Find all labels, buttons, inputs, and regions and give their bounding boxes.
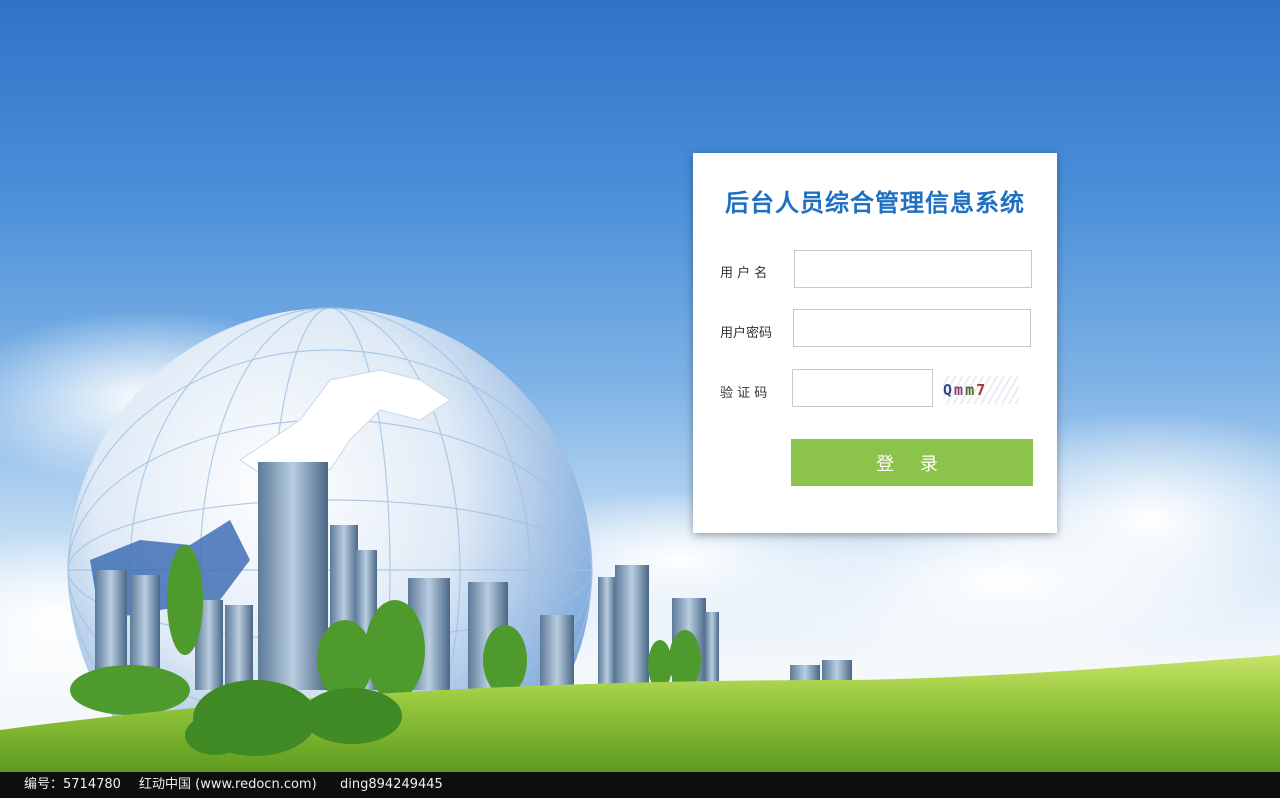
captcha-char: m (954, 381, 966, 399)
footer-user-text: ding894249445 (340, 777, 443, 792)
footer-bar: 编号：5714780 红动中国 (www.redocn.com) ding894… (0, 772, 1280, 798)
captcha-char: Q (943, 381, 955, 399)
captcha-input[interactable] (792, 369, 933, 407)
captcha-image[interactable]: Qmm7 (943, 376, 1019, 404)
username-input[interactable] (794, 250, 1032, 288)
captcha-char: 7 (976, 381, 988, 399)
login-button[interactable]: 登 录 (791, 439, 1033, 486)
background-scene (0, 0, 1280, 772)
captcha-label: 验 证 码 (720, 386, 768, 401)
password-label: 用户密码 (720, 326, 773, 341)
password-input[interactable] (793, 309, 1031, 347)
footer-site-text: 红动中国 (www.redocn.com) (139, 777, 317, 792)
login-panel: 后台人员综合管理信息系统 用 户 名 用户密码 验 证 码 Qmm7 登 录 (693, 153, 1057, 533)
login-title: 后台人员综合管理信息系统 (725, 189, 1025, 217)
city-globe-illustration (0, 307, 1280, 772)
username-label: 用 户 名 (720, 266, 768, 281)
captcha-char: m (965, 381, 977, 399)
footer-id-text: 编号：5714780 (24, 777, 121, 792)
